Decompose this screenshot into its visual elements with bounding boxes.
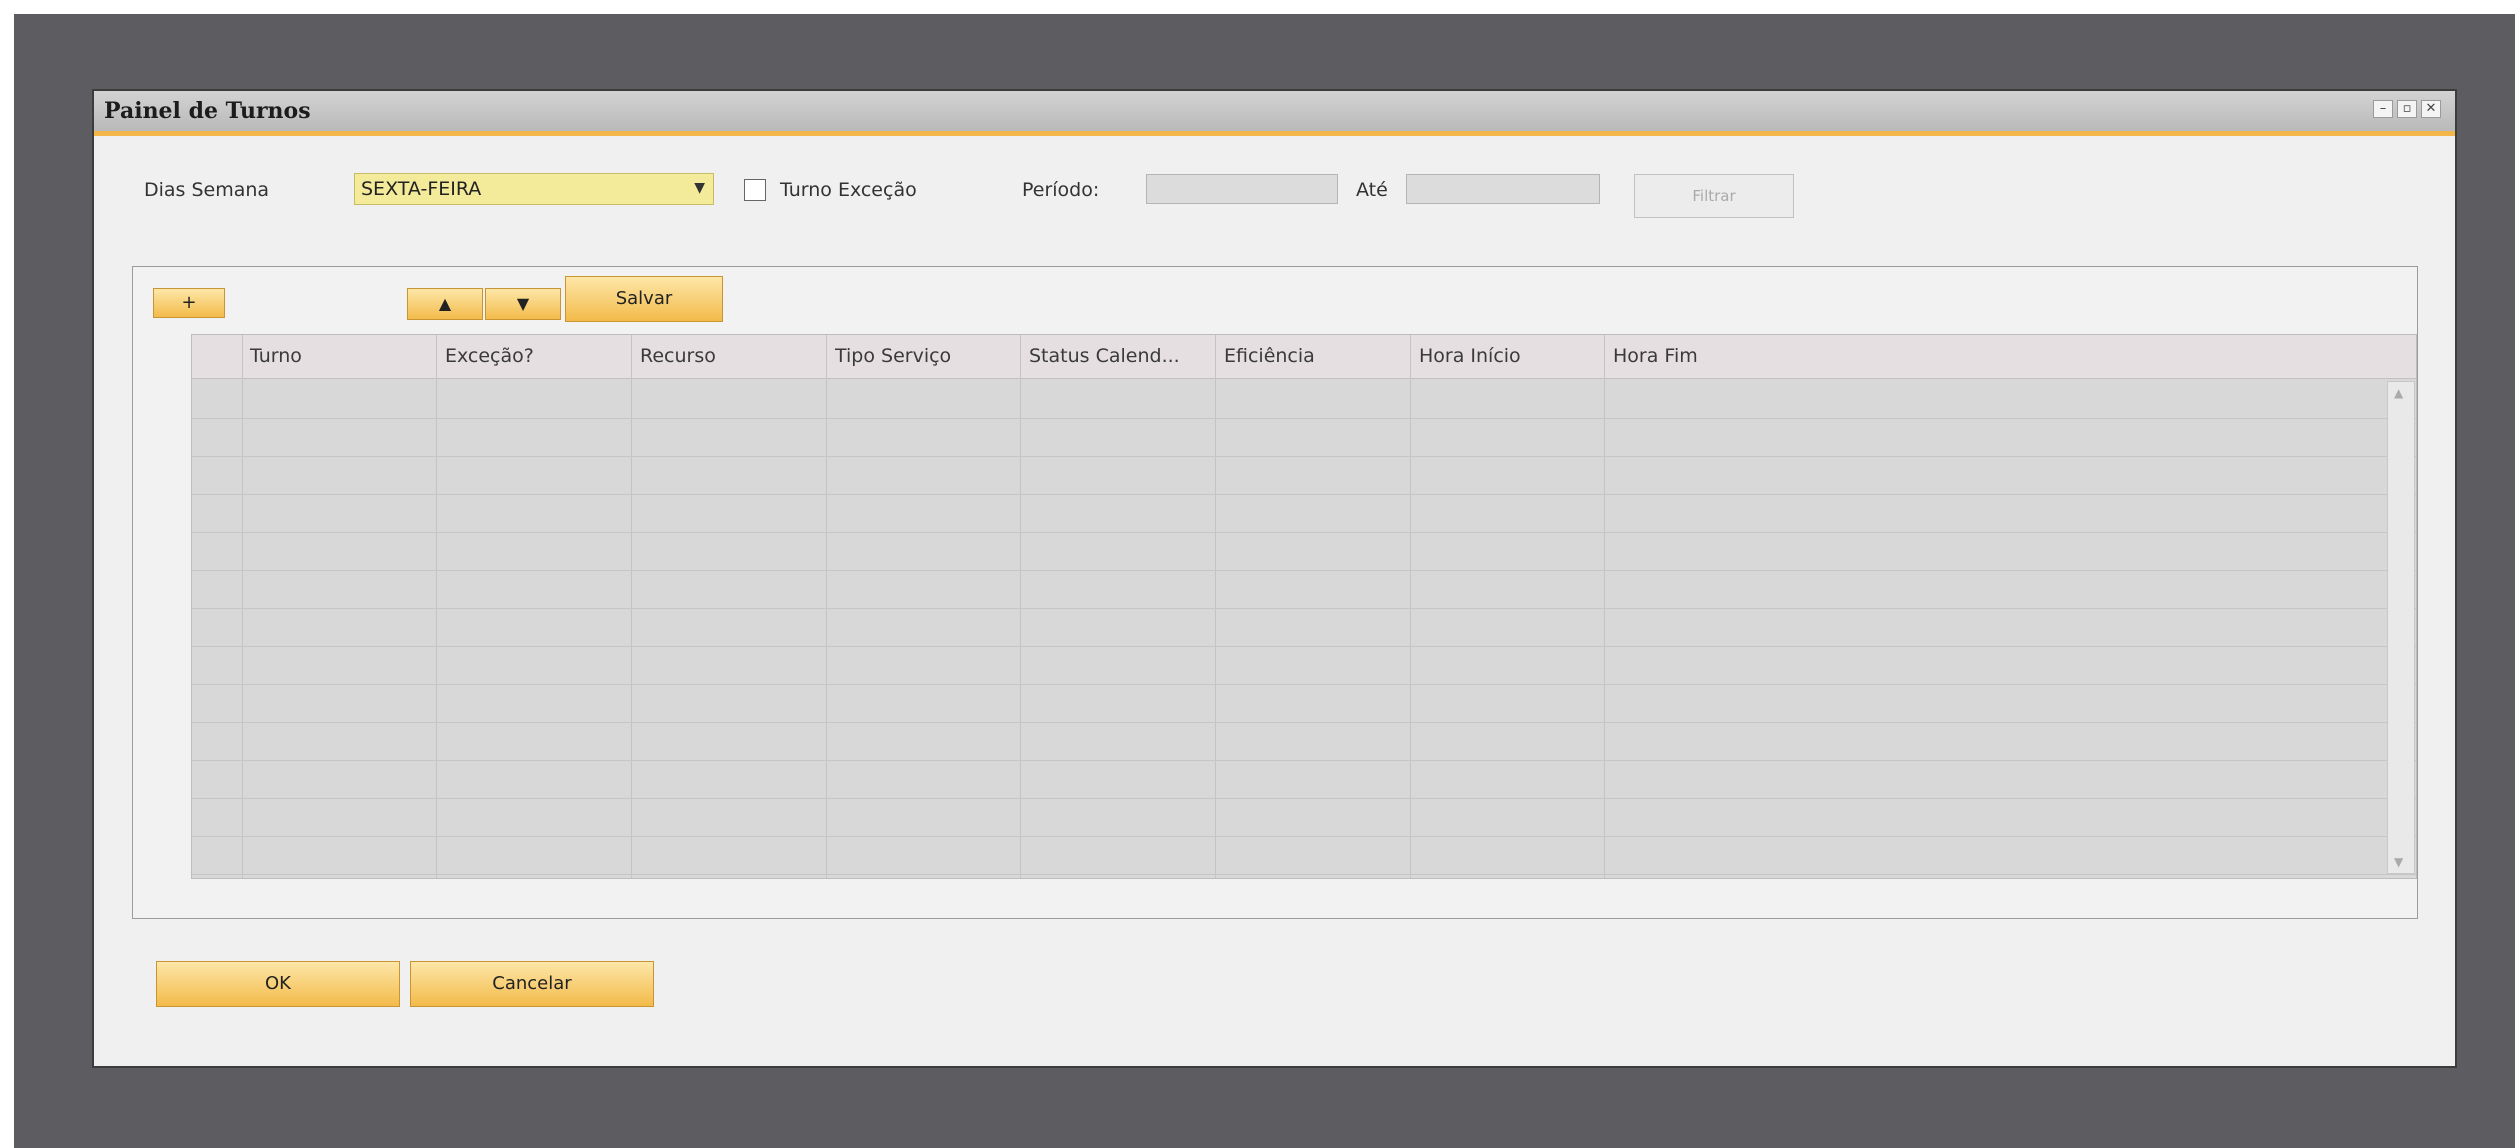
grid-row-line [192,646,2416,647]
ate-label: Até [1356,179,1388,201]
dias-semana-value: SEXTA-FEIRA [361,178,482,200]
column-header-recurso[interactable]: Recurso [640,345,716,367]
cancelar-button[interactable]: Cancelar [410,961,654,1007]
grid-column-divider [1604,335,1605,878]
grid-column-divider [631,335,632,878]
grid-column-divider [242,335,243,878]
grid-row-line [192,494,2416,495]
grid-column-divider [436,335,437,878]
periodo-de-input[interactable] [1146,174,1338,204]
grid-header-row: Turno Exceção? Recurso Tipo Serviço Stat… [192,335,2416,379]
move-down-button[interactable]: ▼ [485,288,561,320]
grid-row-line [192,532,2416,533]
grid-row-line [192,722,2416,723]
grid-column-divider [1410,335,1411,878]
maximize-icon[interactable]: ▫ [2397,100,2417,118]
dias-semana-label: Dias Semana [144,179,270,201]
grid-column-divider [1020,335,1021,878]
salvar-button[interactable]: Salvar [565,276,723,322]
grid-row-line [192,760,2416,761]
painel-de-turnos-window: Painel de Turnos – ▫ ✕ Dias Semana SEXTA… [92,89,2457,1068]
periodo-label: Período: [1022,179,1100,201]
column-header-tipo-servico[interactable]: Tipo Serviço [835,345,951,367]
scroll-down-icon[interactable]: ▼ [2394,855,2403,869]
move-up-button[interactable]: ▲ [407,288,483,320]
title-bar: Painel de Turnos – ▫ ✕ [94,91,2455,136]
add-row-button[interactable]: + [153,288,225,318]
turnos-group-box: + ▲ ▼ Salvar Turno Exceção? Recurso Tipo… [132,266,2418,919]
grid-row-line [192,684,2416,685]
grid-column-divider [826,335,827,878]
grid-row-line [192,418,2416,419]
dias-semana-select[interactable]: SEXTA-FEIRA ▼ [354,173,714,205]
grid-row-line [192,570,2416,571]
turnos-grid[interactable]: Turno Exceção? Recurso Tipo Serviço Stat… [191,334,2417,879]
column-header-excecao[interactable]: Exceção? [445,345,534,367]
grid-column-divider [1215,335,1216,878]
minimize-icon[interactable]: – [2373,100,2393,118]
column-header-hora-fim[interactable]: Hora Fim [1613,345,1698,367]
column-header-hora-inicio[interactable]: Hora Início [1419,345,1521,367]
window-title: Painel de Turnos [104,98,311,124]
dropdown-arrow-icon[interactable]: ▼ [694,180,705,196]
column-header-turno[interactable]: Turno [250,345,302,367]
grid-row-line [192,798,2416,799]
column-header-eficiencia[interactable]: Eficiência [1224,345,1315,367]
column-header-status-calendario[interactable]: Status Calend... [1029,345,1180,367]
turno-excecao-label: Turno Exceção [780,179,917,201]
ok-button[interactable]: OK [156,961,400,1007]
grid-row-line [192,836,2416,837]
grid-row-line [192,874,2416,875]
scroll-up-icon[interactable]: ▲ [2394,386,2403,400]
filtrar-button[interactable]: Filtrar [1634,174,1794,218]
close-icon[interactable]: ✕ [2421,100,2441,118]
periodo-ate-input[interactable] [1406,174,1600,204]
turno-excecao-checkbox[interactable] [744,179,766,201]
grid-row-line [192,608,2416,609]
grid-row-line [192,456,2416,457]
grid-vertical-scrollbar[interactable]: ▲ ▼ [2387,381,2415,874]
